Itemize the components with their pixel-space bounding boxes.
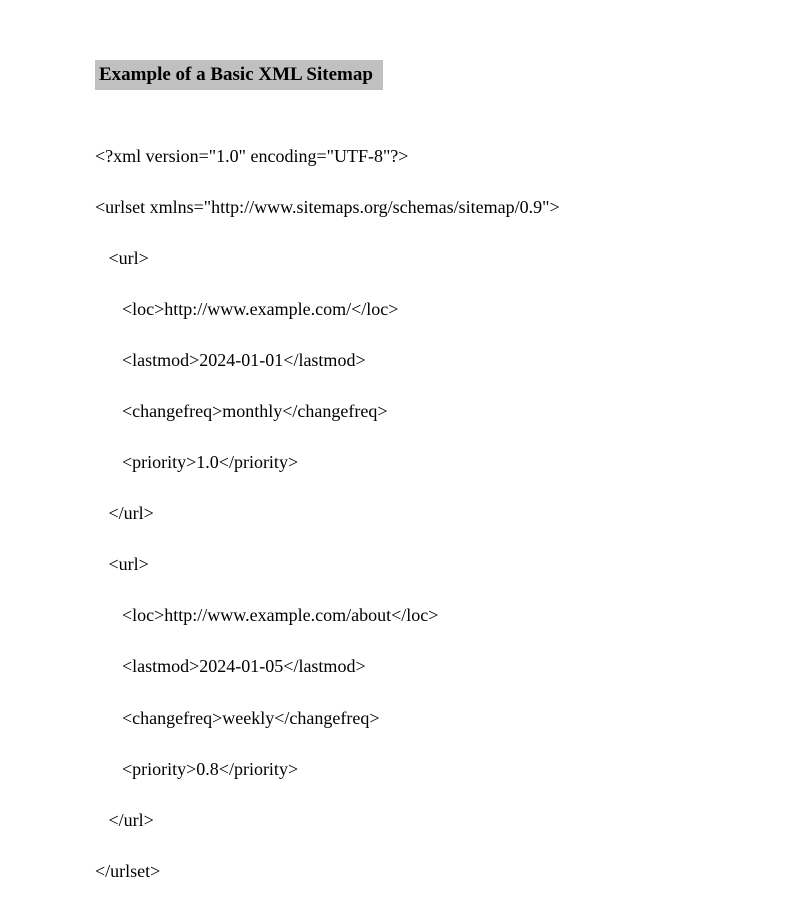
code-line: </url>	[95, 501, 790, 527]
code-line: <?xml version="1.0" encoding="UTF-8"?>	[95, 144, 790, 170]
code-line: <loc>http://www.example.com/</loc>	[95, 297, 790, 323]
code-line: <changefreq>weekly</changefreq>	[95, 706, 790, 732]
code-line: <url>	[95, 246, 790, 272]
code-line: </urlset>	[95, 859, 790, 885]
code-line: <priority>1.0</priority>	[95, 450, 790, 476]
code-line: <lastmod>2024-01-05</lastmod>	[95, 654, 790, 680]
code-line: <lastmod>2024-01-01</lastmod>	[95, 348, 790, 374]
section-heading: Example of a Basic XML Sitemap	[95, 60, 383, 90]
code-line: <loc>http://www.example.com/about</loc>	[95, 603, 790, 629]
code-line: <urlset xmlns="http://www.sitemaps.org/s…	[95, 195, 790, 221]
code-line: <priority>0.8</priority>	[95, 757, 790, 783]
code-line: <url>	[95, 552, 790, 578]
code-line: </url>	[95, 808, 790, 834]
code-line: <changefreq>monthly</changefreq>	[95, 399, 790, 425]
xml-code-block: <?xml version="1.0" encoding="UTF-8"?> <…	[95, 118, 790, 910]
